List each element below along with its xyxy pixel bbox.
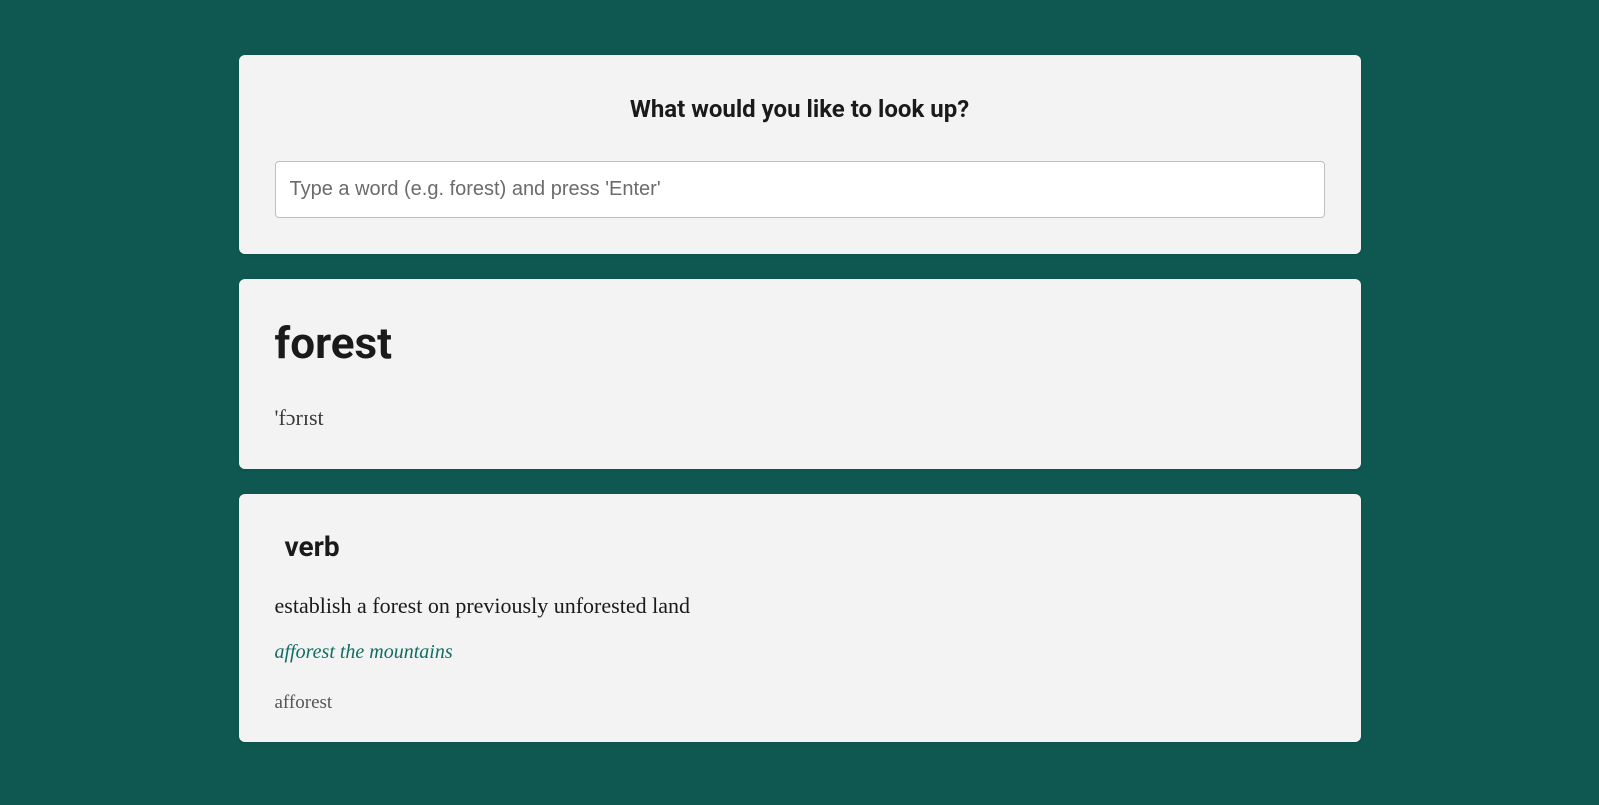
search-card: What would you like to look up? xyxy=(239,55,1361,254)
part-of-speech: verb xyxy=(285,530,1325,563)
search-title: What would you like to look up? xyxy=(275,95,1325,123)
search-input[interactable] xyxy=(275,161,1325,218)
synonym-text: afforest xyxy=(275,692,1325,714)
definition-card: verb establish a forest on previously un… xyxy=(239,494,1361,742)
example-text: afforest the mountains xyxy=(275,641,1325,664)
pronunciation: 'fɔrɪst xyxy=(275,405,1325,431)
definition-text: establish a forest on previously unfores… xyxy=(275,593,1325,619)
word-title: forest xyxy=(275,317,1325,369)
word-card: forest 'fɔrɪst xyxy=(239,279,1361,469)
